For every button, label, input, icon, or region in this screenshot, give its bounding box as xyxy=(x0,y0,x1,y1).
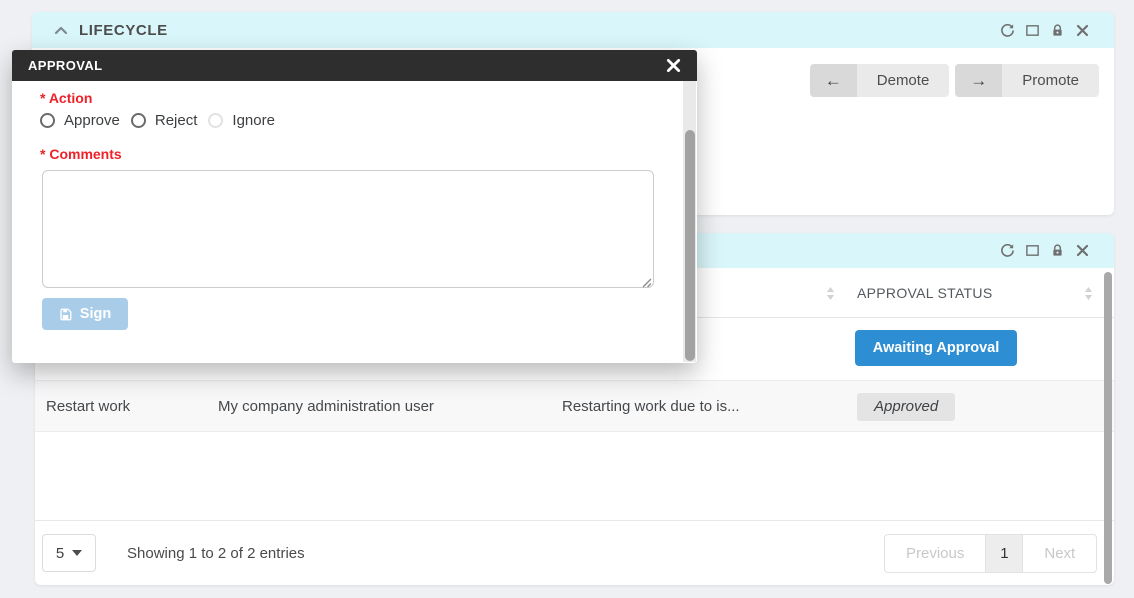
radio-circle-icon xyxy=(208,113,223,128)
awaiting-approval-button[interactable]: Awaiting Approval xyxy=(855,330,1017,366)
radio-ignore: Ignore xyxy=(208,112,275,129)
modal-title: APPROVAL xyxy=(28,58,102,73)
modal-header: APPROVAL xyxy=(12,50,697,81)
radio-label: Ignore xyxy=(232,112,275,129)
save-icon xyxy=(59,308,72,321)
modal-scrollbar-thumb[interactable] xyxy=(685,130,695,361)
lock-icon[interactable] xyxy=(1050,243,1065,258)
panel-scrollbar-thumb[interactable] xyxy=(1104,272,1112,584)
radio-circle-icon xyxy=(40,113,55,128)
comments-textarea[interactable] xyxy=(42,170,654,288)
next-page-button[interactable]: Next xyxy=(1023,535,1096,572)
radio-approve[interactable]: Approve xyxy=(40,112,120,129)
sign-button[interactable]: Sign xyxy=(42,298,128,330)
lifecycle-actions: ← Demote → Promote xyxy=(810,64,1099,97)
chevron-down-icon xyxy=(72,550,82,556)
arrow-left-icon: ← xyxy=(810,64,857,97)
cell-action: Restart work xyxy=(46,381,130,433)
close-icon[interactable] xyxy=(666,58,681,73)
status-badge: Approved xyxy=(857,393,955,421)
action-label: * Action xyxy=(40,90,92,106)
demote-button[interactable]: ← Demote xyxy=(810,64,950,97)
table-row[interactable]: Restart work My company administration u… xyxy=(35,380,1114,432)
column-header-approval-status[interactable]: APPROVAL STATUS xyxy=(857,268,992,318)
radio-label: Reject xyxy=(155,112,198,129)
cell-user: My company administration user xyxy=(218,381,434,433)
window-controls xyxy=(1000,12,1090,48)
approval-modal: APPROVAL * Action Approve Reject Ignore … xyxy=(12,50,697,363)
radio-label: Approve xyxy=(64,112,120,129)
lock-icon[interactable] xyxy=(1050,23,1065,38)
sort-icon[interactable] xyxy=(826,287,835,300)
maximize-icon[interactable] xyxy=(1025,243,1040,258)
panel-title: LIFECYCLE xyxy=(79,22,168,39)
radio-circle-icon xyxy=(131,113,146,128)
action-radio-group: Approve Reject Ignore xyxy=(40,112,275,129)
current-page-button[interactable]: 1 xyxy=(985,535,1023,572)
showing-entries-text: Showing 1 to 2 of 2 entries xyxy=(127,521,305,586)
page-size-value: 5 xyxy=(56,545,64,562)
promote-label: Promote xyxy=(1002,64,1099,97)
promote-button[interactable]: → Promote xyxy=(955,64,1099,97)
refresh-icon[interactable] xyxy=(1000,23,1015,38)
lifecycle-panel-header: LIFECYCLE xyxy=(32,12,1114,48)
previous-page-button[interactable]: Previous xyxy=(885,535,985,572)
cell-comments: Restarting work due to is... xyxy=(562,381,740,433)
window-controls xyxy=(1000,233,1090,268)
collapse-chevron-icon[interactable] xyxy=(53,23,69,37)
close-icon[interactable] xyxy=(1075,23,1090,38)
pagination: Previous 1 Next xyxy=(884,534,1097,573)
sign-label: Sign xyxy=(80,306,111,322)
page: LIFECYCLE ← Demote xyxy=(0,0,1134,598)
sort-icon[interactable] xyxy=(1084,287,1093,300)
radio-reject[interactable]: Reject xyxy=(131,112,198,129)
arrow-right-icon: → xyxy=(955,64,1002,97)
close-icon[interactable] xyxy=(1075,243,1090,258)
demote-label: Demote xyxy=(857,64,950,97)
comments-label: * Comments xyxy=(40,146,122,162)
page-size-dropdown[interactable]: 5 xyxy=(42,534,96,572)
refresh-icon[interactable] xyxy=(1000,243,1015,258)
maximize-icon[interactable] xyxy=(1025,23,1040,38)
table-footer: 5 Showing 1 to 2 of 2 entries Previous 1… xyxy=(35,520,1114,585)
modal-scrollbar-track[interactable] xyxy=(683,81,696,362)
